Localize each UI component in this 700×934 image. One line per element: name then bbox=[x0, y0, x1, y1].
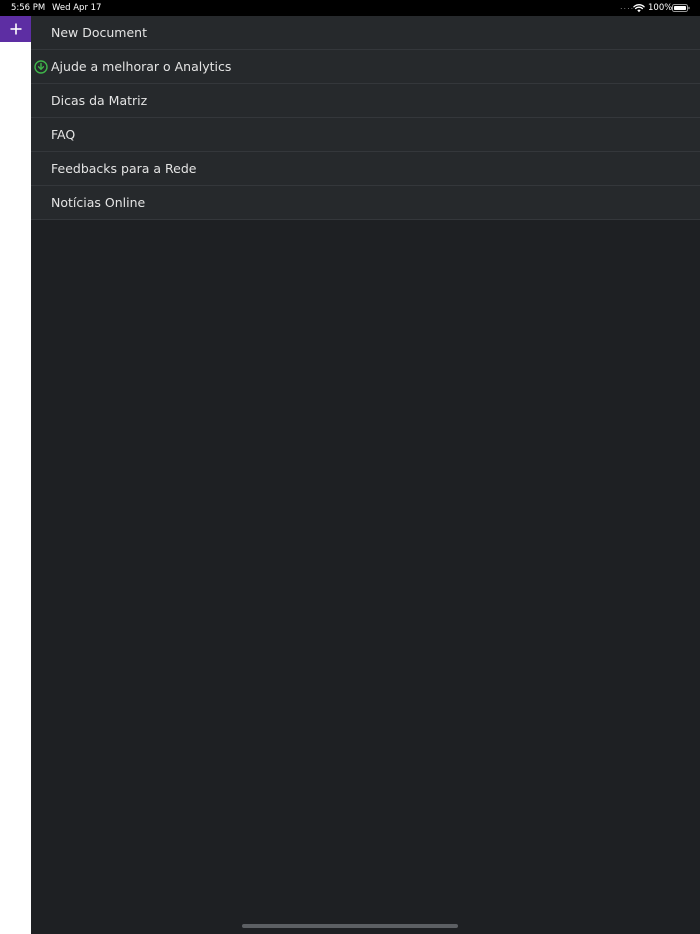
menu-item-label: FAQ bbox=[51, 127, 76, 142]
battery-full-icon bbox=[672, 4, 690, 12]
menu-list: New Document Ajude a melhorar o Analytic… bbox=[31, 16, 700, 220]
status-date: Wed Apr 17 bbox=[52, 3, 102, 13]
menu-item-feedbacks-rede[interactable]: Feedbacks para a Rede bbox=[31, 152, 700, 186]
download-circle-icon bbox=[34, 60, 48, 74]
menu-item-label: Notícias Online bbox=[51, 195, 146, 210]
menu-item-label: Feedbacks para a Rede bbox=[51, 161, 197, 176]
left-sidebar-strip bbox=[0, 0, 31, 934]
menu-item-dicas-matriz[interactable]: Dicas da Matriz bbox=[31, 84, 700, 118]
status-bar: 5:56 PM Wed Apr 17 .... 100% bbox=[0, 0, 700, 16]
status-time: 5:56 PM bbox=[11, 3, 46, 13]
menu-item-label: New Document bbox=[51, 25, 147, 40]
menu-item-label: Ajude a melhorar o Analytics bbox=[51, 59, 232, 74]
battery-percent: 100% bbox=[648, 3, 673, 13]
menu-item-label: Dicas da Matriz bbox=[51, 93, 148, 108]
wifi-icon bbox=[633, 4, 645, 13]
plus-icon bbox=[10, 23, 21, 34]
menu-item-ajude-analytics[interactable]: Ajude a melhorar o Analytics bbox=[31, 50, 700, 84]
menu-item-noticias-online[interactable]: Notícias Online bbox=[31, 186, 700, 220]
menu-panel: New Document Ajude a melhorar o Analytic… bbox=[31, 16, 700, 934]
menu-item-faq[interactable]: FAQ bbox=[31, 118, 700, 152]
new-tab-button[interactable] bbox=[0, 15, 31, 42]
menu-item-new-document[interactable]: New Document bbox=[31, 16, 700, 50]
home-indicator[interactable] bbox=[242, 924, 458, 928]
